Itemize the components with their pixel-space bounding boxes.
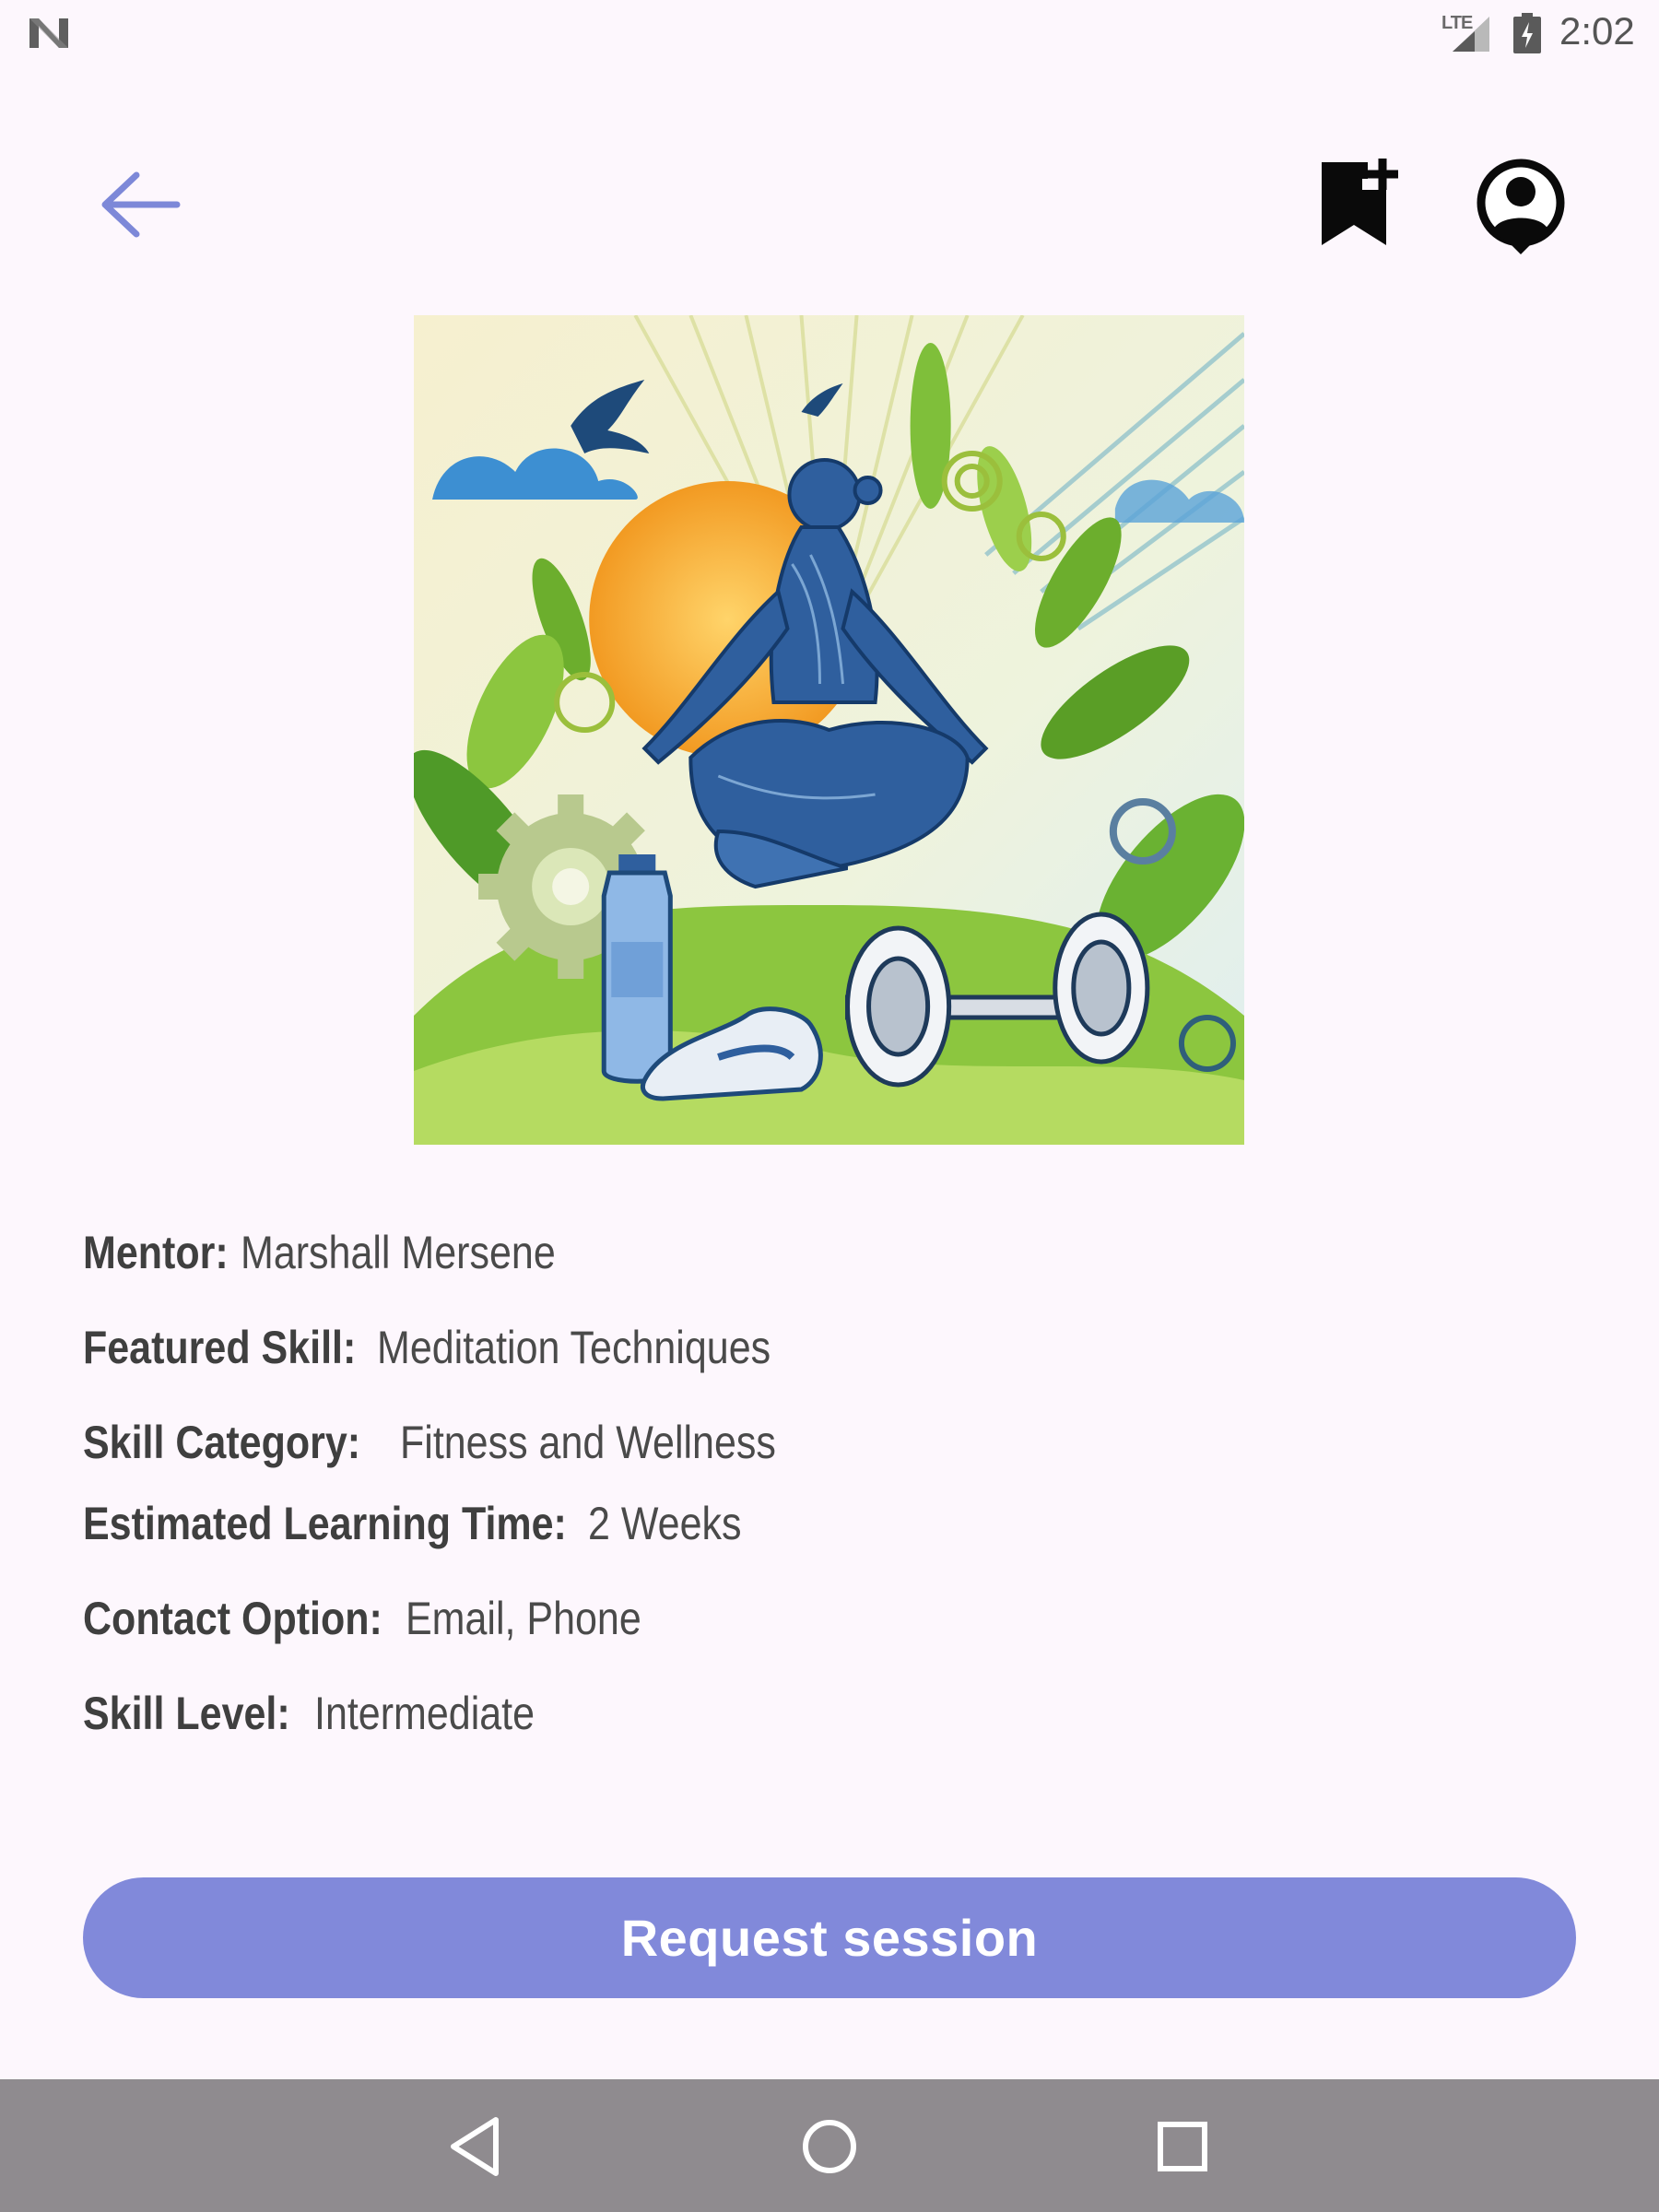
detail-label: Contact Option: — [83, 1593, 382, 1644]
nav-back-button[interactable] — [435, 2105, 518, 2188]
account-circle-icon — [1477, 159, 1565, 254]
nav-back-icon — [451, 2117, 499, 2176]
detail-row-learning-time: Estimated Learning Time: 2 Weeks — [83, 1497, 767, 1550]
request-session-button[interactable]: Request session — [83, 1877, 1576, 1998]
nav-recents-button[interactable] — [1141, 2105, 1224, 2188]
battery-charging-icon — [1513, 13, 1541, 53]
detail-value: Meditation Techniques — [376, 1322, 771, 1373]
bookmark-add-icon — [1322, 159, 1398, 245]
nav-recents-icon — [1158, 2122, 1207, 2171]
detail-value: Fitness and Wellness — [400, 1417, 777, 1468]
detail-label: Featured Skill: — [83, 1322, 357, 1373]
status-time: 2:02 — [1559, 9, 1635, 53]
detail-row-mentor: Mentor: Marshall Mersene — [83, 1226, 607, 1279]
nav-home-icon — [803, 2120, 856, 2173]
n-logo-icon — [29, 18, 68, 48]
detail-label: Estimated Learning Time: — [83, 1498, 567, 1549]
signal-icon — [1453, 17, 1489, 52]
arrow-back-icon — [101, 171, 181, 238]
system-nav-bar — [0, 2079, 1659, 2212]
detail-row-skill-category: Skill Category: Fitness and Wellness — [83, 1416, 837, 1469]
detail-label: Mentor: — [83, 1227, 229, 1278]
profile-button[interactable] — [1465, 153, 1576, 260]
status-bar: LTE 2:02 — [0, 0, 1659, 66]
detail-value: Marshall Mersene — [241, 1227, 557, 1278]
skill-hero-image — [414, 315, 1244, 1145]
detail-value: 2 Weeks — [588, 1498, 742, 1549]
skill-detail-screen: LTE 2:02 Mentor: Marshall Mersene Featur… — [0, 0, 1659, 2212]
detail-row-featured-skill: Featured Skill: Meditation Techniques — [83, 1321, 834, 1374]
back-button[interactable] — [88, 157, 192, 249]
meditation-illustration — [414, 315, 1244, 1145]
nav-home-button[interactable] — [788, 2105, 871, 2188]
detail-label: Skill Level: — [83, 1688, 290, 1739]
detail-label: Skill Category: — [83, 1417, 361, 1468]
detail-value: Intermediate — [314, 1688, 535, 1739]
bookmark-add-button[interactable] — [1309, 153, 1405, 254]
detail-value: Email, Phone — [405, 1593, 641, 1644]
detail-row-contact-option: Contact Option: Email, Phone — [83, 1592, 679, 1645]
detail-row-skill-level: Skill Level: Intermediate — [83, 1687, 571, 1740]
